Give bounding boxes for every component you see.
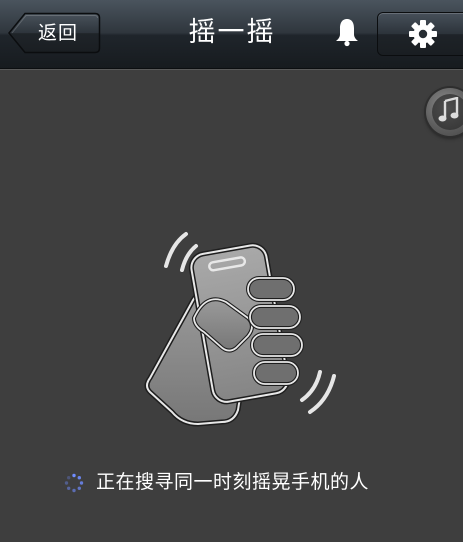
music-toggle-button[interactable] bbox=[426, 88, 463, 136]
page-title: 摇一摇 bbox=[188, 17, 276, 48]
music-note-icon bbox=[438, 97, 459, 122]
loading-spinner-icon bbox=[64, 473, 84, 493]
back-button[interactable]: 返回 bbox=[8, 12, 101, 54]
bell-icon[interactable] bbox=[333, 17, 361, 47]
status-text: 正在搜寻同一时刻摇晃手机的人 bbox=[96, 471, 370, 493]
search-status: 正在搜寻同一时刻摇晃手机的人 bbox=[64, 467, 444, 497]
shake-screen: 返回 摇一摇 正在搜寻同一时刻摇晃手机的人 bbox=[0, 0, 463, 542]
gear-icon bbox=[409, 20, 437, 48]
shaking-hand-phone-icon bbox=[144, 232, 336, 427]
back-button-label: 返回 bbox=[38, 22, 79, 44]
top-navigation-bar: 返回 摇一摇 bbox=[0, 0, 463, 69]
settings-button[interactable] bbox=[377, 12, 463, 56]
